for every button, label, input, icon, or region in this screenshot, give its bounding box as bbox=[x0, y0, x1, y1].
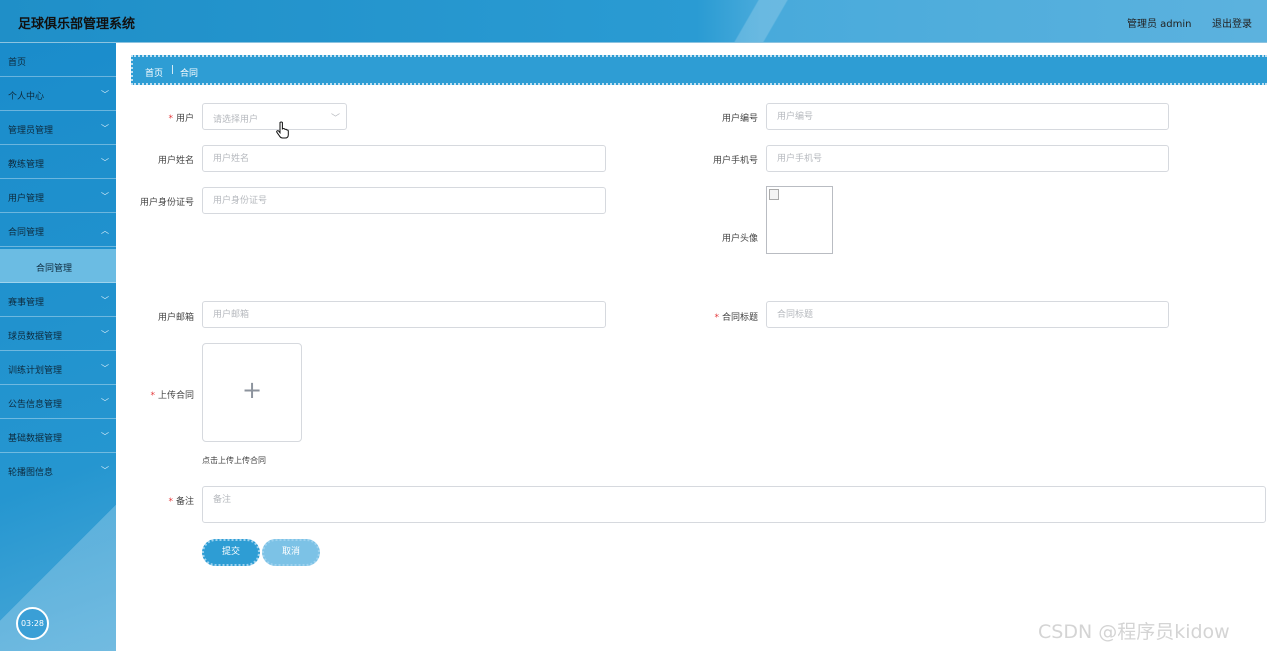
user-id-label: 用户身份证号 bbox=[139, 198, 194, 208]
user-select-placeholder: 请选择用户 bbox=[213, 115, 259, 125]
sidebar-item-notice-management[interactable]: 公告信息管理 ﹀ bbox=[0, 385, 116, 419]
cancel-button[interactable]: 取消 bbox=[262, 539, 320, 566]
chevron-down-icon: ﹀ bbox=[101, 466, 109, 475]
user-name-input[interactable] bbox=[202, 145, 606, 172]
user-label: * 用户 bbox=[168, 114, 194, 124]
sidebar-item-contract-management[interactable]: 合同管理 ︿ bbox=[0, 213, 116, 247]
required-mark: * bbox=[168, 497, 173, 507]
hand-cursor-icon bbox=[276, 121, 289, 139]
user-email-label: 用户邮箱 bbox=[157, 313, 194, 323]
user-select[interactable]: 请选择用户 ﹀ bbox=[202, 103, 347, 130]
watermark: CSDN @程序员kidow bbox=[1038, 621, 1230, 643]
chevron-down-icon: ﹀ bbox=[101, 432, 109, 441]
submenu-item-contract-management[interactable]: 合同管理 bbox=[0, 249, 116, 283]
chevron-down-icon: ﹀ bbox=[101, 158, 109, 167]
chevron-down-icon: ﹀ bbox=[331, 114, 341, 124]
chevron-down-icon: ﹀ bbox=[101, 364, 109, 373]
submit-button[interactable]: 提交 bbox=[202, 539, 260, 566]
user-phone-input[interactable] bbox=[766, 145, 1169, 172]
admin-user-link[interactable]: 管理员 admin bbox=[1127, 15, 1192, 30]
breadcrumb-current: 合同 bbox=[180, 69, 199, 79]
remark-label: * 备注 bbox=[168, 497, 194, 507]
upload-tip: 点击上传上传合同 bbox=[202, 456, 266, 465]
sidebar-item-label: 个人中心 bbox=[8, 92, 45, 102]
breadcrumb: 首页 | 合同 bbox=[131, 55, 1267, 85]
sidebar-item-label: 赛事管理 bbox=[8, 298, 45, 308]
user-id-input[interactable] bbox=[202, 187, 606, 214]
user-email-input[interactable] bbox=[202, 301, 606, 328]
sidebar-item-match-management[interactable]: 赛事管理 ﹀ bbox=[0, 283, 116, 317]
chevron-down-icon: ﹀ bbox=[101, 296, 109, 305]
sidebar-item-label: 首页 bbox=[8, 58, 27, 68]
logout-link[interactable]: 退出登录 bbox=[1212, 15, 1252, 30]
sidebar-item-label: 管理员管理 bbox=[8, 126, 54, 136]
sidebar-item-training-plan-management[interactable]: 训练计划管理 ﹀ bbox=[0, 351, 116, 385]
app-title: 足球俱乐部管理系统 bbox=[18, 17, 136, 32]
sidebar-item-label: 教练管理 bbox=[8, 160, 45, 170]
required-mark: * bbox=[714, 313, 719, 323]
top-header: 足球俱乐部管理系统 管理员 admin 退出登录 bbox=[0, 0, 1267, 43]
contract-title-input[interactable] bbox=[766, 301, 1169, 328]
user-phone-label: 用户手机号 bbox=[712, 156, 758, 166]
required-mark: * bbox=[150, 391, 155, 401]
user-name-label: 用户姓名 bbox=[157, 156, 194, 166]
sidebar-item-user-management[interactable]: 用户管理 ﹀ bbox=[0, 179, 116, 213]
remark-textarea[interactable] bbox=[202, 486, 1266, 523]
chevron-down-icon: ﹀ bbox=[101, 398, 109, 407]
sidebar-item-label: 训练计划管理 bbox=[8, 366, 63, 376]
chevron-down-icon: ﹀ bbox=[101, 124, 109, 133]
chevron-down-icon: ﹀ bbox=[101, 90, 109, 99]
user-no-label: 用户编号 bbox=[721, 114, 758, 124]
clock-badge: 03:28 bbox=[16, 607, 49, 640]
sidebar-item-player-data-management[interactable]: 球员数据管理 ﹀ bbox=[0, 317, 116, 351]
sidebar-item-label: 合同管理 bbox=[8, 228, 45, 238]
sidebar-item-coach-management[interactable]: 教练管理 ﹀ bbox=[0, 145, 116, 179]
sidebar-item-carousel-info[interactable]: 轮播图信息 ﹀ bbox=[0, 453, 116, 487]
chevron-down-icon: ﹀ bbox=[101, 192, 109, 201]
upload-contract-label: * 上传合同 bbox=[150, 391, 194, 401]
sidebar-item-admin-management[interactable]: 管理员管理 ﹀ bbox=[0, 111, 116, 145]
submenu-item-label: 合同管理 bbox=[36, 264, 73, 274]
sidebar-item-label: 球员数据管理 bbox=[8, 332, 63, 342]
sidebar-item-personal-center[interactable]: 个人中心 ﹀ bbox=[0, 77, 116, 111]
sidebar: 首页 个人中心 ﹀ 管理员管理 ﹀ 教练管理 ﹀ 用户管理 ﹀ 合同管理 ︿ 合… bbox=[0, 43, 116, 651]
breadcrumb-separator: | bbox=[171, 65, 175, 75]
user-no-input[interactable] bbox=[766, 103, 1169, 130]
sidebar-item-label: 用户管理 bbox=[8, 194, 45, 204]
chevron-up-icon: ︿ bbox=[101, 226, 109, 235]
sidebar-item-label: 基础数据管理 bbox=[8, 434, 63, 444]
sidebar-item-home[interactable]: 首页 bbox=[0, 43, 116, 77]
breadcrumb-home[interactable]: 首页 bbox=[145, 66, 163, 79]
chevron-down-icon: ﹀ bbox=[101, 330, 109, 339]
user-avatar-label: 用户头像 bbox=[721, 234, 758, 244]
header-decoration bbox=[700, 0, 820, 42]
required-mark: * bbox=[168, 114, 173, 124]
sidebar-item-label: 公告信息管理 bbox=[8, 400, 63, 410]
plus-icon: + bbox=[241, 376, 263, 404]
sidebar-item-label: 轮播图信息 bbox=[8, 468, 54, 478]
upload-contract-box[interactable]: + bbox=[202, 343, 302, 442]
contract-title-label: * 合同标题 bbox=[714, 313, 758, 323]
sidebar-item-base-data-management[interactable]: 基础数据管理 ﹀ bbox=[0, 419, 116, 453]
user-avatar-image bbox=[766, 186, 833, 254]
broken-image-icon bbox=[769, 189, 779, 200]
